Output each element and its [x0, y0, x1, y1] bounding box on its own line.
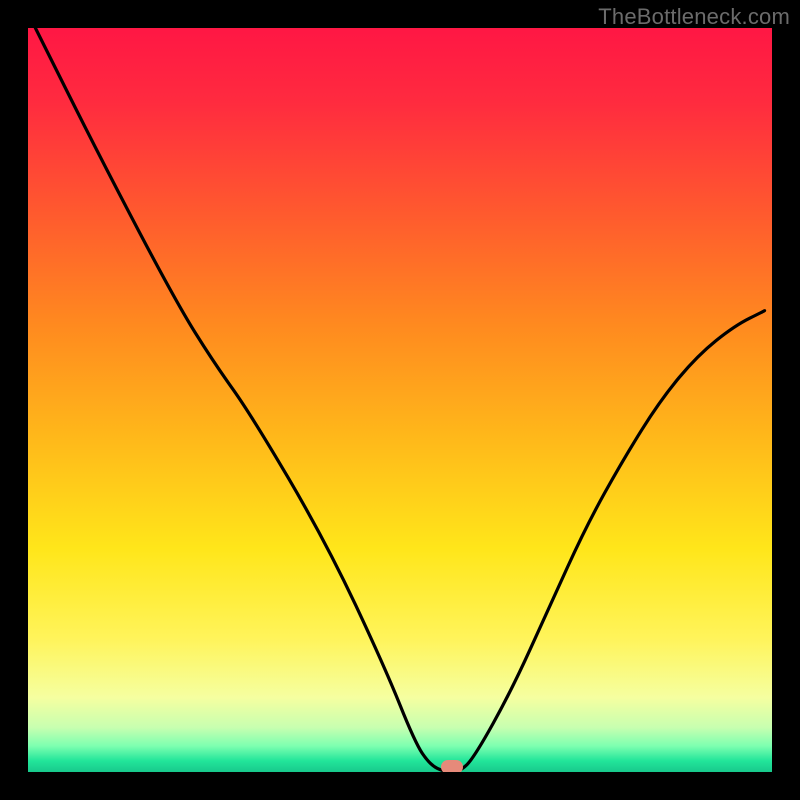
chart-stage: TheBottleneck.com	[0, 0, 800, 800]
plot-area	[28, 28, 772, 772]
bottleneck-curve	[28, 28, 772, 772]
watermark-label: TheBottleneck.com	[598, 4, 790, 30]
min-marker	[441, 760, 463, 772]
